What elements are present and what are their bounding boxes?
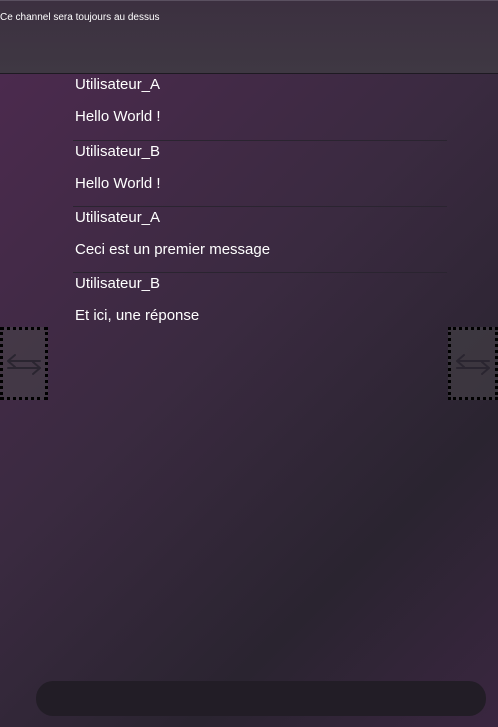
channel-header: Ce channel sera toujours au dessus xyxy=(0,0,498,74)
next-channel-button[interactable] xyxy=(448,327,498,400)
message-item: Utilisateur_B Hello World ! xyxy=(73,140,447,206)
swap-arrows-icon xyxy=(456,353,490,375)
previous-channel-button[interactable] xyxy=(0,327,48,400)
message-item: Utilisateur_A Ceci est un premier messag… xyxy=(73,206,447,272)
message-text: Et ici, une réponse xyxy=(75,307,200,324)
channel-title: Ce channel sera toujours au dessus xyxy=(0,12,160,23)
message-text: Ceci est un premier message xyxy=(75,241,271,258)
message-author: Utilisateur_A xyxy=(75,209,161,226)
message-item: Utilisateur_B Et ici, une réponse xyxy=(73,272,447,338)
message-author: Utilisateur_A xyxy=(75,76,161,93)
message-text: Hello World ! xyxy=(75,175,161,192)
message-author: Utilisateur_B xyxy=(75,143,161,160)
message-item: Utilisateur_A Hello World ! xyxy=(73,74,447,140)
message-text: Hello World ! xyxy=(75,108,161,125)
message-list: Utilisateur_A Hello World ! Utilisateur_… xyxy=(73,74,447,338)
message-author: Utilisateur_B xyxy=(75,275,161,292)
swap-arrows-icon xyxy=(7,353,41,375)
message-input[interactable] xyxy=(36,681,486,716)
